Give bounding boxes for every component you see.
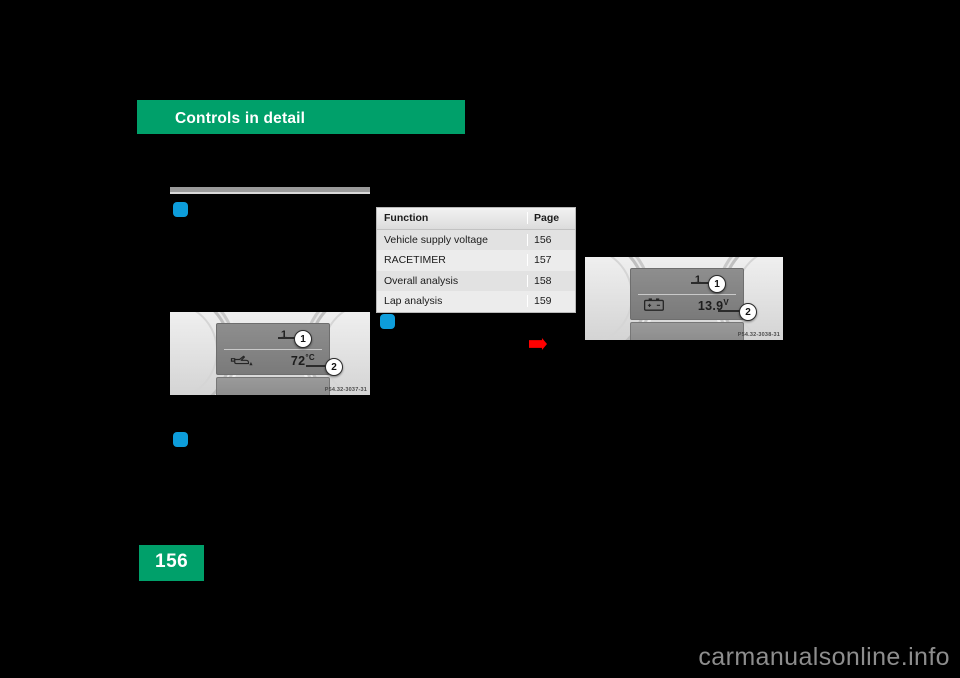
callout-marker-2: 2 <box>739 303 757 321</box>
table-row: RACETIMER 157 <box>377 250 575 271</box>
value-unit: °C <box>305 353 315 362</box>
lcd-top-value: 1 <box>280 329 287 341</box>
red-arrow-icon <box>529 338 547 350</box>
column-header-page: Page <box>527 212 575 225</box>
value-unit: V <box>723 298 729 307</box>
cell-page: 159 <box>527 295 575 308</box>
page-number: 156 <box>155 551 189 572</box>
callout-leader-line-2 <box>718 310 741 312</box>
oil-can-icon <box>229 352 255 367</box>
figure-photo-id: P54.32-3038-31 <box>737 332 780 338</box>
lcd-top-value: 1 <box>694 274 701 286</box>
battery-icon <box>643 297 669 312</box>
figure-supply-voltage: 1 13.9V 1 2 P54.32-3038-31 <box>585 257 783 340</box>
cell-function: Overall analysis <box>384 274 459 287</box>
lcd-lower-panel <box>630 322 744 340</box>
lcd-display: 1 13.9V <box>630 268 744 320</box>
value-number: 72 <box>290 354 306 369</box>
cell-function: RACETIMER <box>384 254 446 267</box>
blue-bullet-marker-1 <box>173 202 188 217</box>
table-row: Vehicle supply voltage 156 <box>377 229 575 250</box>
table-row: Overall analysis 158 <box>377 270 575 291</box>
cell-page: 156 <box>527 233 575 246</box>
callout-marker-1: 1 <box>294 330 312 348</box>
manual-page: Controls in detail Function Page Vehicle… <box>0 0 960 678</box>
column-header-function: Function <box>384 212 429 225</box>
lcd-separator <box>224 349 322 350</box>
blue-bullet-marker-2 <box>173 432 188 447</box>
figure-oil-temperature: 1 72°C 1 2 P54.32-3037-31 <box>170 312 370 395</box>
cell-page: 158 <box>527 274 575 287</box>
lcd-separator <box>638 294 736 295</box>
table-row: Lap analysis 159 <box>377 291 575 312</box>
blue-bullet-marker-3 <box>380 314 395 329</box>
cell-page: 157 <box>527 254 575 267</box>
cell-function: Vehicle supply voltage <box>384 233 488 246</box>
table-header-row: Function Page <box>377 208 575 230</box>
lcd-lower-panel <box>216 377 330 395</box>
lcd-display: 1 72°C <box>216 323 330 375</box>
section-divider-rule <box>170 187 370 194</box>
function-page-table: Function Page Vehicle supply voltage 156… <box>376 207 576 313</box>
callout-marker-1: 1 <box>708 275 726 293</box>
figure-photo-id: P54.32-3037-31 <box>324 387 367 393</box>
site-watermark: carmanualsonline.info <box>698 643 950 671</box>
cell-function: Lap analysis <box>384 295 443 308</box>
page-title: Controls in detail <box>175 110 306 127</box>
callout-leader-line-2 <box>306 365 327 367</box>
callout-marker-2: 2 <box>325 358 343 376</box>
